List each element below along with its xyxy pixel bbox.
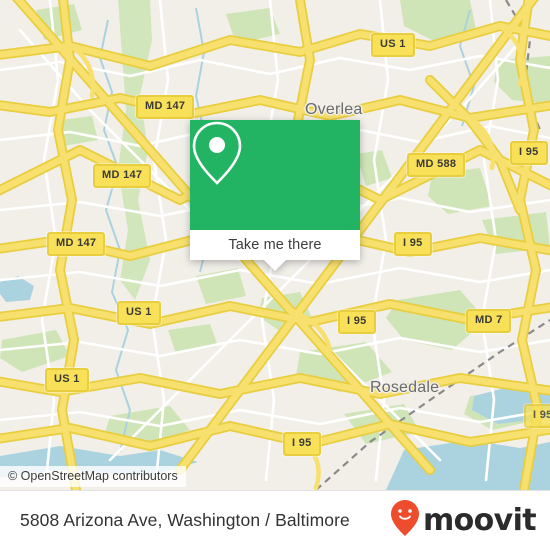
road-shield: MD 147 bbox=[136, 95, 195, 119]
take-me-there-button[interactable]: Take me there bbox=[190, 230, 360, 260]
road-shield: MD 7 bbox=[466, 309, 512, 333]
road-shield: I 95 bbox=[338, 310, 376, 334]
road-shield: I 95 bbox=[524, 404, 550, 428]
osm-attribution[interactable]: © OpenStreetMap contributors bbox=[0, 466, 186, 487]
road-shield: US 1 bbox=[371, 33, 415, 57]
road-shield: US 1 bbox=[117, 301, 161, 325]
footer-bar: 5808 Arizona Ave, Washington / Baltimore… bbox=[0, 490, 550, 550]
place-label: Overlea bbox=[305, 101, 363, 118]
take-me-there-label: Take me there bbox=[228, 237, 322, 253]
callout-tail bbox=[264, 260, 286, 271]
moovit-wordmark: moovit bbox=[422, 502, 537, 538]
address-label: 5808 Arizona Ave, Washington / Baltimore bbox=[20, 510, 350, 530]
road-shield: I 95 bbox=[283, 432, 321, 456]
map-screen: US 1 MD 147 MD 147 MD 147 MD 588 I 95 I 95 I 95… bbox=[0, 0, 550, 550]
map-canvas[interactable]: US 1 MD 147 MD 147 MD 147 MD 588 I 95 I 95 I 95… bbox=[0, 0, 550, 490]
road-shield: MD 147 bbox=[93, 164, 152, 188]
road-shield: I 95 bbox=[394, 232, 432, 256]
road-shield: US 1 bbox=[45, 368, 89, 392]
moovit-pin-smiley-icon bbox=[390, 499, 420, 542]
moovit-logo[interactable]: moovit bbox=[390, 499, 537, 542]
callout-pin-panel bbox=[190, 120, 360, 230]
place-label: Rosedale bbox=[370, 379, 440, 396]
location-callout[interactable]: Take me there bbox=[190, 120, 360, 271]
road-shield: MD 147 bbox=[47, 232, 106, 256]
road-shield: I 95 bbox=[510, 141, 548, 165]
road-shield: MD 588 bbox=[407, 153, 466, 177]
